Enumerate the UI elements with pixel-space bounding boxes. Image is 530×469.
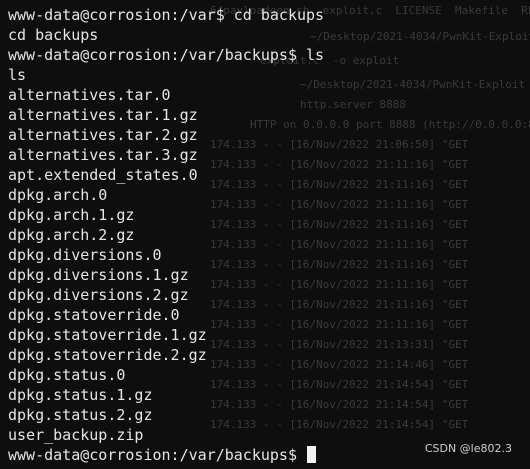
terminal-line: dpkg.statoverride.1.gz (8, 326, 207, 344)
terminal-line: dpkg.statoverride.2.gz (8, 346, 207, 364)
terminal-line: dpkg.diversions.0 (8, 246, 162, 264)
terminal-window[interactable]: 64payloadgen.sh exploit.c LICENSE Makefi… (0, 0, 530, 469)
terminal-line: dpkg.status.1.gz (8, 386, 153, 404)
terminal-line: dpkg.diversions.1.gz (8, 266, 189, 284)
terminal-line: dpkg.arch.2.gz (8, 226, 135, 244)
terminal-line: dpkg.statoverride.0 (8, 306, 180, 324)
shell-prompt: www-data@corrosion:/var/backups$ (8, 446, 297, 464)
terminal-line: alternatives.tar.2.gz (8, 126, 198, 144)
terminal-line: dpkg.status.2.gz (8, 406, 153, 424)
text-cursor (306, 446, 316, 463)
ghost-line: ~/Desktop/2021-4034/PwnKit-Exploit (300, 78, 526, 91)
terminal-line: www-data@corrosion:/var$ cd backups (8, 6, 325, 24)
terminal-line: alternatives.tar.1.gz (8, 106, 198, 124)
terminal-line: ls (8, 66, 27, 84)
prompt-line[interactable]: www-data@corrosion:/var/backups$ (8, 445, 324, 465)
terminal-line: www-data@corrosion:/var/backups$ ls (8, 46, 325, 64)
ghost-line: ~/Desktop/2021-4034/PwnKit-Exploit (310, 30, 530, 43)
terminal-output: www-data@corrosion:/var$ cd backups cd ba… (8, 5, 324, 465)
terminal-line: dpkg.arch.1.gz (8, 206, 135, 224)
terminal-line: dpkg.arch.0 (8, 186, 108, 204)
terminal-line: alternatives.tar.0 (8, 86, 171, 104)
terminal-line: apt.extended_states.0 (8, 166, 198, 184)
terminal-line: cd backups (8, 26, 99, 44)
terminal-line: dpkg.diversions.2.gz (8, 286, 189, 304)
terminal-line: dpkg.status.0 (8, 366, 126, 384)
watermark: CSDN @le802.3 (424, 442, 512, 455)
terminal-line: user_backup.zip (8, 426, 144, 444)
terminal-line: alternatives.tar.3.gz (8, 146, 198, 164)
